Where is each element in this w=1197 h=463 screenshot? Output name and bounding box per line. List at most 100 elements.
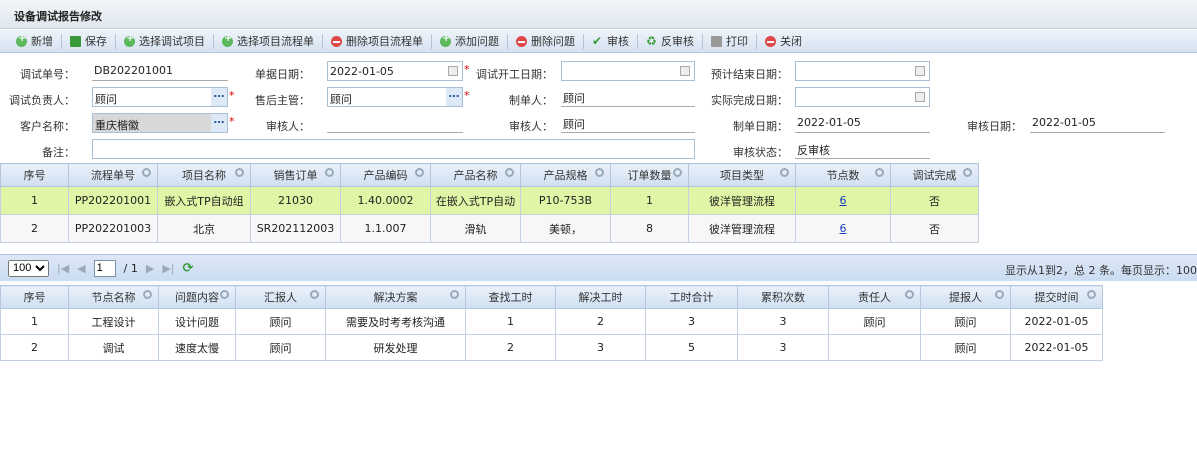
prev-page-icon[interactable]: ◀ [77, 262, 85, 275]
column-header-label: 调试完成 [912, 169, 957, 182]
column-header[interactable]: 提报人 [920, 285, 1011, 309]
review-status-label: 审核状态： [733, 146, 788, 159]
calendar-icon[interactable] [680, 66, 690, 76]
column-header-label: 项目名称 [182, 169, 226, 182]
next-page-icon[interactable]: ▶ [146, 262, 154, 275]
column-header[interactable]: 销售订单 [250, 163, 341, 187]
owner-field[interactable]: 顾问… [92, 87, 228, 107]
toolbar-button[interactable]: 选择调试项目 [116, 30, 213, 52]
column-header[interactable]: 解决工时 [555, 285, 646, 309]
search-icon[interactable] [673, 168, 682, 177]
search-icon[interactable] [963, 168, 972, 177]
column-header-label: 工时合计 [669, 291, 714, 304]
column-header[interactable]: 产品规格 [520, 163, 611, 187]
table-cell: 否 [890, 214, 979, 243]
remark-field[interactable] [92, 139, 695, 159]
column-header[interactable]: 产品名称 [430, 163, 521, 187]
customer-field[interactable]: 重庆楷徽… [92, 113, 228, 133]
search-icon[interactable] [415, 168, 424, 177]
column-header[interactable]: 节点数 [795, 163, 891, 187]
calendar-icon[interactable] [448, 66, 458, 76]
table-cell: 研发处理 [325, 334, 466, 361]
column-header[interactable]: 项目名称 [157, 163, 251, 187]
calendar-icon[interactable] [915, 92, 925, 102]
column-header[interactable]: 序号 [0, 285, 69, 309]
column-header[interactable]: 解决方案 [325, 285, 466, 309]
toolbar-button[interactable]: 删除问题 [508, 30, 583, 52]
column-header[interactable]: 订单数量 [610, 163, 689, 187]
table-cell: 2 [465, 334, 556, 361]
column-header[interactable]: 产品编码 [340, 163, 431, 187]
search-icon[interactable] [505, 168, 514, 177]
column-header[interactable]: 项目类型 [688, 163, 796, 187]
column-header[interactable]: 流程单号 [68, 163, 158, 187]
doc-date-field[interactable]: 2022-01-05 [327, 61, 463, 81]
planned-end-field[interactable] [795, 61, 930, 81]
toolbar-button[interactable]: 选择项目流程单 [214, 30, 322, 52]
table-cell: 需要及时考考核沟通 [325, 308, 466, 335]
node-count-link[interactable]: 6 [840, 222, 847, 235]
review-date-label: 审核日期： [967, 120, 1022, 133]
toolbar-button[interactable]: 新增 [8, 30, 61, 52]
search-icon[interactable] [1087, 290, 1096, 299]
column-header[interactable]: 调试完成 [890, 163, 979, 187]
toolbar-button-label: 保存 [85, 35, 107, 48]
search-icon[interactable] [220, 290, 229, 299]
column-header[interactable]: 累积次数 [737, 285, 829, 309]
toolbar-button-label: 反审核 [661, 35, 694, 48]
refresh-icon[interactable]: ⟳ [182, 261, 193, 276]
search-icon[interactable] [780, 168, 789, 177]
column-header[interactable]: 提交时间 [1010, 285, 1103, 309]
toolbar-button[interactable]: 打印 [703, 30, 756, 52]
start-date-field[interactable] [561, 61, 695, 81]
customer-label: 客户名称： [20, 120, 75, 133]
column-header[interactable]: 问题内容 [158, 285, 236, 309]
search-icon[interactable] [995, 290, 1004, 299]
table-cell: 工程设计 [68, 308, 159, 335]
toolbar-button[interactable]: 关闭 [757, 30, 810, 52]
column-header[interactable]: 工时合计 [645, 285, 738, 309]
table-row[interactable]: 2 调试 速度太慢 顾问 研发处理 2 3 5 3 顾问 2022-01-05 [0, 334, 1103, 361]
search-icon[interactable] [142, 168, 151, 177]
start-date-label: 调试开工日期： [476, 68, 553, 81]
search-icon[interactable] [450, 290, 459, 299]
search-icon[interactable] [325, 168, 334, 177]
column-header[interactable]: 序号 [0, 163, 69, 187]
search-icon[interactable] [235, 168, 244, 177]
last-page-icon[interactable]: ▶| [162, 262, 174, 275]
lookup-button[interactable]: … [446, 88, 462, 106]
reviewer1-field [327, 113, 463, 133]
search-icon[interactable] [905, 290, 914, 299]
table-cell: 速度太慢 [158, 334, 236, 361]
node-count-link[interactable]: 6 [840, 194, 847, 207]
search-icon[interactable] [310, 290, 319, 299]
first-page-icon[interactable]: |◀ [57, 262, 69, 275]
column-header-label: 序号 [23, 291, 46, 304]
field-value: 顾问 [95, 93, 117, 106]
supervisor-field[interactable]: 顾问… [327, 87, 463, 107]
debug-no-label: 调试单号： [20, 68, 75, 81]
column-header[interactable]: 查找工时 [465, 285, 556, 309]
column-header[interactable]: 责任人 [828, 285, 921, 309]
search-icon[interactable] [143, 290, 152, 299]
page-input[interactable] [93, 259, 116, 277]
table-cell: 1 [465, 308, 556, 335]
table-cell: 2022-01-05 [1010, 334, 1103, 361]
column-header[interactable]: 节点名称 [68, 285, 159, 309]
toolbar-button[interactable]: 删除项目流程单 [323, 30, 431, 52]
search-icon[interactable] [875, 168, 884, 177]
table-row[interactable]: 1 PP202201001 嵌入式TP自动组 21030 1.40.0002 在嵌入式TP… [0, 186, 979, 215]
toolbar-button[interactable]: 添加问题 [432, 30, 507, 52]
page-size-select[interactable]: 100 [8, 259, 49, 277]
table-row[interactable]: 2 PP202201003 北京 SR202112003 1.1.007 滑轨 美顿， 8 彼洋… [0, 214, 979, 243]
table-cell: PP202201001 [68, 186, 158, 215]
search-icon[interactable] [595, 168, 604, 177]
toolbar-button[interactable]: ♻ 反审核 [638, 30, 702, 52]
calendar-icon[interactable] [915, 66, 925, 76]
column-header-label: 产品编码 [363, 169, 408, 182]
actual-end-field[interactable] [795, 87, 930, 107]
column-header[interactable]: 汇报人 [235, 285, 326, 309]
table-row[interactable]: 1 工程设计 设计问题 顾问 需要及时考考核沟通 1 2 3 3 顾问 顾问 2022-01-05 [0, 308, 1103, 335]
toolbar-button[interactable]: 保存 [62, 30, 115, 52]
toolbar-button[interactable]: ✔ 审核 [584, 30, 637, 52]
